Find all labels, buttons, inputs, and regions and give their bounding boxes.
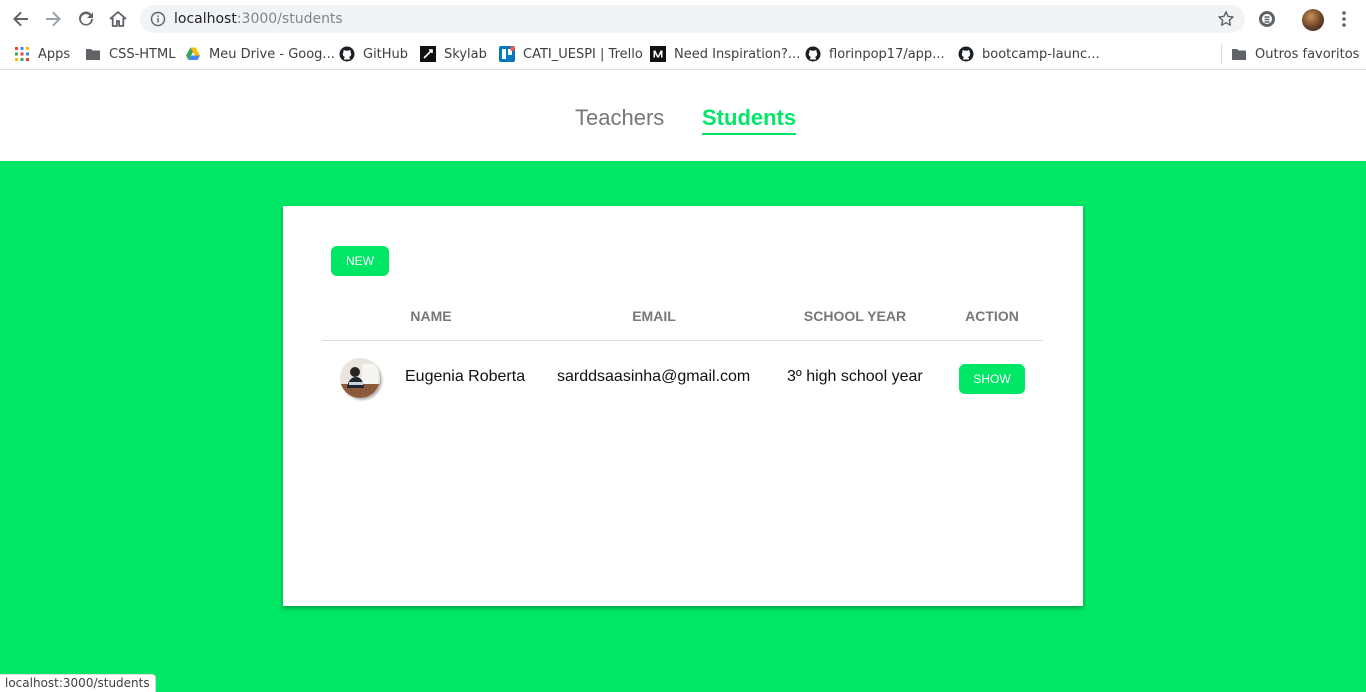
site-info-icon[interactable] [150,11,166,27]
profile-avatar[interactable] [1302,9,1324,31]
student-email: sarddsaasinha@gmail.com [557,368,751,385]
reload-icon[interactable] [76,9,96,29]
bookmark-label: GitHub [363,46,409,62]
bookmarks-bar: Apps CSS-HTML Meu Drive - Goog... GitHub… [0,38,1366,70]
github-icon [958,46,974,62]
bookmark-florinpop[interactable]: florinpop17/app... [805,45,945,63]
apps-grid-icon [15,47,29,61]
bookmark-label: Need Inspiration?... [674,46,801,62]
column-header-email: EMAIL [632,308,676,324]
column-header-school-year: SCHOOL YEAR [803,308,907,324]
new-student-button[interactable]: NEW [331,246,389,276]
column-header-name: NAME [410,308,452,324]
student-name: Eugenia Roberta [405,368,526,385]
nav-students-link[interactable]: Students [702,105,797,135]
url-text: localhost:3000/students [174,11,343,27]
medium-icon [650,46,666,62]
folder-icon [86,49,100,60]
back-icon[interactable] [11,9,31,29]
bookmarks-separator [1221,44,1222,64]
trello-icon [499,46,515,62]
skylab-icon [420,46,436,62]
bookmark-outros-favoritos[interactable]: Outros favoritos [1231,45,1359,63]
url-path: :3000/students [236,11,343,27]
github-icon [805,46,821,62]
google-drive-icon [186,47,200,60]
bookmark-label: Outros favoritos [1255,46,1360,62]
folder-icon [1232,49,1246,60]
students-card: NEW NAME EMAIL SCHOOL YEAR ACTION Eugeni… [283,206,1083,606]
header-divider [322,340,1043,341]
bookmark-apps[interactable]: Apps [14,45,70,63]
app-header: Teachers Students [0,71,1366,161]
bookmark-label: Skylab [444,46,487,62]
url-host: localhost [174,11,237,27]
browser-toolbar: localhost:3000/students [0,0,1366,38]
link-status-bar: localhost:3000/students [0,674,156,692]
student-school-year: 3º high school year [787,368,923,385]
column-header-action: ACTION [965,308,1019,324]
bookmark-meu-drive[interactable]: Meu Drive - Goog... [185,45,335,63]
extension-icon[interactable] [1258,10,1276,28]
bookmark-label: CSS-HTML [109,46,176,62]
bookmark-label: florinpop17/app... [829,46,945,62]
student-avatar [340,358,380,398]
bookmark-github[interactable]: GitHub [339,45,408,63]
bookmark-trello[interactable]: CATI_UESPI | Trello [499,45,643,63]
bookmark-css-html[interactable]: CSS-HTML [85,45,175,63]
nav-teachers-link[interactable]: Teachers [575,105,664,131]
bookmark-label: CATI_UESPI | Trello [523,46,643,62]
bookmark-need-inspiration[interactable]: Need Inspiration?... [650,45,800,63]
bookmark-label: bootcamp-launc... [982,46,1100,62]
show-student-button[interactable]: SHOW [959,364,1025,394]
address-bar[interactable]: localhost:3000/students [140,5,1245,33]
bookmark-skylab[interactable]: Skylab [420,45,487,63]
bookmark-bootcamp[interactable]: bootcamp-launc... [958,45,1100,63]
chrome-menu-icon[interactable] [1336,9,1352,29]
home-icon[interactable] [108,9,128,29]
github-icon [339,46,355,62]
bookmark-star-icon[interactable] [1217,10,1235,28]
forward-icon[interactable] [43,9,63,29]
bookmark-label: Meu Drive - Goog... [209,46,335,62]
bookmark-label: Apps [38,46,71,62]
